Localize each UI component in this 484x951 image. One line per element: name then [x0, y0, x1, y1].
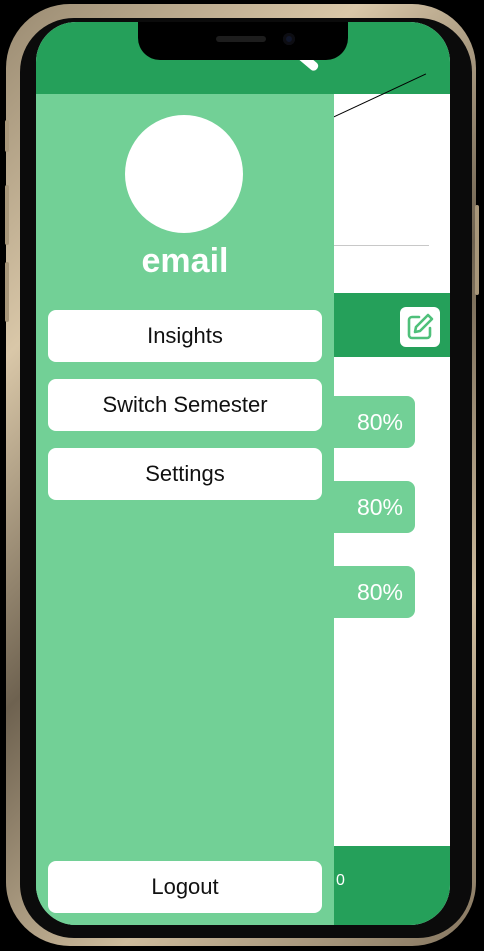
- grade-pill[interactable]: 80%: [326, 566, 415, 618]
- settings-button[interactable]: Settings: [48, 448, 322, 500]
- chart-axis: [332, 245, 429, 246]
- mute-switch: [5, 120, 9, 152]
- screen: 80% 80% 80% 0 email Insights Switch Seme…: [36, 22, 450, 925]
- navigation-drawer: email Insights Switch Semester Settings …: [36, 94, 334, 925]
- logout-button[interactable]: Logout: [48, 861, 322, 913]
- bottom-bar-text: 0: [336, 872, 345, 889]
- user-email: email: [141, 242, 229, 280]
- edit-button[interactable]: [400, 307, 440, 347]
- switch-semester-button[interactable]: Switch Semester: [48, 379, 322, 431]
- power-button: [475, 205, 479, 295]
- volume-down-button: [5, 262, 9, 322]
- profile-avatar[interactable]: [125, 115, 243, 233]
- grade-pill[interactable]: 80%: [326, 396, 415, 448]
- insights-button[interactable]: Insights: [48, 310, 322, 362]
- front-camera: [283, 33, 295, 45]
- edit-square-icon: [407, 313, 434, 340]
- volume-up-button: [5, 185, 9, 245]
- speaker-grille: [216, 36, 266, 42]
- notch: [138, 22, 348, 60]
- grade-pill[interactable]: 80%: [326, 481, 415, 533]
